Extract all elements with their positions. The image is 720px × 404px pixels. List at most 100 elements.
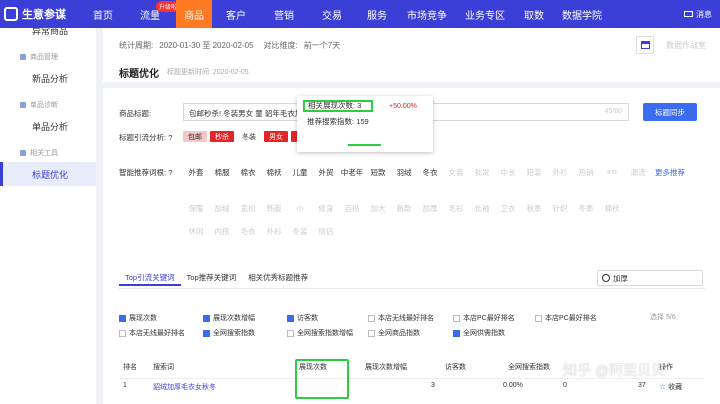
metric-checkbox[interactable]: 访客数 xyxy=(287,313,318,323)
suggest-keyword-faded: 外衫 xyxy=(552,168,568,177)
column-header[interactable]: 全网搜索指数 xyxy=(508,362,550,372)
help-icon[interactable]: ? xyxy=(168,168,172,177)
nav-item-4[interactable]: 营销 xyxy=(260,0,308,28)
tab-0[interactable]: Top引流关键词 xyxy=(119,270,181,286)
metric-checkbox[interactable]: 本店无线最好排名 xyxy=(119,328,185,338)
group-icon xyxy=(20,54,26,60)
period-label: 统计周期: xyxy=(119,40,154,50)
metric-checkbox[interactable]: 全网搜索指数增幅 xyxy=(287,328,353,338)
token-highlight-underline xyxy=(348,144,381,146)
title-token[interactable]: 包邮 xyxy=(183,131,207,142)
metric-checkbox[interactable]: 展现次数增幅 xyxy=(203,313,255,323)
star-icon: ☆ xyxy=(659,382,667,391)
cell-search-index: 37 xyxy=(638,382,646,389)
nav-item-2[interactable]: 商品 xyxy=(176,0,212,28)
war-room-link[interactable]: 数据作战室 xyxy=(666,40,706,51)
suggest-keyword-faded: 批发 xyxy=(474,168,490,177)
checkbox-label: 全网商品指数 xyxy=(378,330,420,337)
title-sync-button[interactable]: 标题同步 xyxy=(643,103,697,121)
more-suggestions-link[interactable]: 更多推荐 xyxy=(655,167,685,178)
watermark: 知乎 @阿里贝贝 xyxy=(563,362,666,378)
cell-keyword[interactable]: 貂绒加厚毛衣女秋冬 xyxy=(153,382,216,392)
sidebar-item-title-optimize[interactable]: 标题优化 xyxy=(0,162,96,186)
suggest-keyword[interactable]: 中老年 xyxy=(339,167,365,178)
suggest-keyword[interactable]: 棉服 xyxy=(209,167,235,178)
nav-item-10[interactable]: 数据学院 xyxy=(554,0,610,28)
sidebar-item-new-product[interactable]: 新品分析 xyxy=(0,66,96,90)
calendar-icon xyxy=(640,41,650,49)
column-header[interactable]: 展现次数增幅 xyxy=(365,362,407,372)
suggest-keyword-faded: 中长 xyxy=(500,168,516,177)
title-token[interactable]: 秒杀 xyxy=(210,131,234,142)
metric-checkbox[interactable]: 全网商品指数 xyxy=(368,328,420,338)
nav-item-9[interactable]: 取数 xyxy=(514,0,554,28)
nav-item-5[interactable]: 交易 xyxy=(308,0,356,28)
search-icon xyxy=(602,274,610,282)
nav-item-0[interactable]: 首页 xyxy=(82,0,124,28)
divider xyxy=(103,82,720,88)
checkbox-label: 展现次数 xyxy=(129,315,157,322)
favorite-button[interactable]: ☆ 收藏 xyxy=(659,382,682,392)
messages-label: 消息 xyxy=(696,9,712,19)
suggest-keyword-faded: 百搭 xyxy=(344,204,360,213)
metric-checkbox[interactable]: 本店PC最好排名 xyxy=(453,313,515,323)
checkbox-label: 本店PC最好排名 xyxy=(545,315,597,322)
checkbox-icon xyxy=(453,329,460,337)
metric-checkbox[interactable]: 全网搜索指数 xyxy=(203,328,255,338)
sidebar-group-item-diagnosis: 单品诊断 xyxy=(0,96,96,114)
suggest-keyword-faded: 保暖 xyxy=(188,204,204,213)
suggest-keyword[interactable]: 羽绒 xyxy=(391,167,417,178)
app-logo[interactable]: 生意参谋 xyxy=(0,6,82,22)
help-icon[interactable]: ? xyxy=(168,133,172,142)
tab-2[interactable]: 相关优秀标题推荐 xyxy=(242,270,314,286)
sidebar-item-item-analysis[interactable]: 单品分析 xyxy=(0,114,96,138)
metric-checkbox[interactable]: 本店无线最好排名 xyxy=(368,313,434,323)
checkbox-label: 展现次数增幅 xyxy=(213,315,255,322)
suggest-keyword[interactable]: 短款 xyxy=(365,167,391,178)
metric-checkbox[interactable]: 展现次数 xyxy=(119,313,157,323)
suggest-keyword[interactable]: 棉衣 xyxy=(235,167,261,178)
tab-1[interactable]: Top推荐关键词 xyxy=(181,270,243,286)
suggest-keyword-faded: 棉袄 xyxy=(604,204,620,213)
keyword-search-input[interactable]: 加厚 xyxy=(597,270,703,286)
cell-impr-growth-value: 0.00% xyxy=(503,382,523,389)
title-token[interactable]: 男女 xyxy=(264,131,288,142)
title-char-count: 45/60 xyxy=(604,108,622,115)
suggest-row-2: 保暖 加绒 宽松 韩版 小 修身 百搭 加大 新款 加厚 毛衫 长袖 卫衣 秋季 针织 冬季 棉袄 休闲 内搭 毛衣 外… xyxy=(183,203,643,237)
suggest-keyword[interactable]: 棉袄 xyxy=(261,167,287,178)
checkbox-icon xyxy=(287,314,294,322)
suggest-keyword[interactable]: 冬衣 xyxy=(417,167,443,178)
title-token[interactable]: 冬装 xyxy=(237,131,261,142)
checkbox-label: 全网搜索指数 xyxy=(213,330,255,337)
keyword-tabs: Top引流关键词 Top推荐关键词 相关优秀标题推荐 xyxy=(119,270,314,286)
title-update-time: 标题更新时间: 2020-02-05 xyxy=(167,69,249,76)
suggest-keyword-faded: 外衫 xyxy=(266,227,282,236)
nav-item-6[interactable]: 服务 xyxy=(356,0,398,28)
suggest-keyword-faded: 长袖 xyxy=(474,204,490,213)
nav-item-1[interactable]: 流量 升级啦 xyxy=(124,0,180,28)
metric-checkbox[interactable]: 本店PC最好排名 xyxy=(535,313,597,323)
checkbox-icon xyxy=(203,329,210,337)
traffic-analysis-label: 标题引流分析: ? xyxy=(119,133,173,142)
calendar-button[interactable] xyxy=(636,36,654,54)
messages-link[interactable]: 消息 xyxy=(684,0,712,28)
suggest-keyword-faded: 修身 xyxy=(318,204,334,213)
metric-checkbox[interactable]: 全网供需指数 xyxy=(453,328,505,338)
checkbox-label: 全网搜索指数增幅 xyxy=(297,330,353,337)
impressions-highlight: 相关展现次数: 3 xyxy=(303,100,373,112)
cell-impressions: 3 xyxy=(431,382,435,389)
column-header[interactable]: 访客数 xyxy=(445,362,466,372)
suggest-keyword[interactable]: 外套 xyxy=(183,167,209,178)
suggest-keyword-faded: 短装 xyxy=(526,168,542,177)
suggest-keyword-faded: 内搭 xyxy=(214,227,230,236)
item-title-label: 商品标题: xyxy=(119,109,152,118)
suggest-keyword[interactable]: 儿童 xyxy=(287,167,313,178)
column-header: 排名 xyxy=(123,364,137,371)
nav-item-3[interactable]: 客户 xyxy=(212,0,260,28)
nav-item-8[interactable]: 业务专区 xyxy=(456,0,514,28)
suggest-keyword-faded: 毛衫 xyxy=(448,204,464,213)
sidebar-item-cut[interactable]: 异常商品 xyxy=(0,28,96,40)
nav-item-7[interactable]: 市场竞争 xyxy=(398,0,456,28)
top-navbar: 生意参谋 首页 流量 升级啦 商品 客户 营销 交易 服务 市场竞争 业务专区 取数 数据学院 消息 xyxy=(0,0,720,28)
suggest-keyword[interactable]: 外贸 xyxy=(313,167,339,178)
